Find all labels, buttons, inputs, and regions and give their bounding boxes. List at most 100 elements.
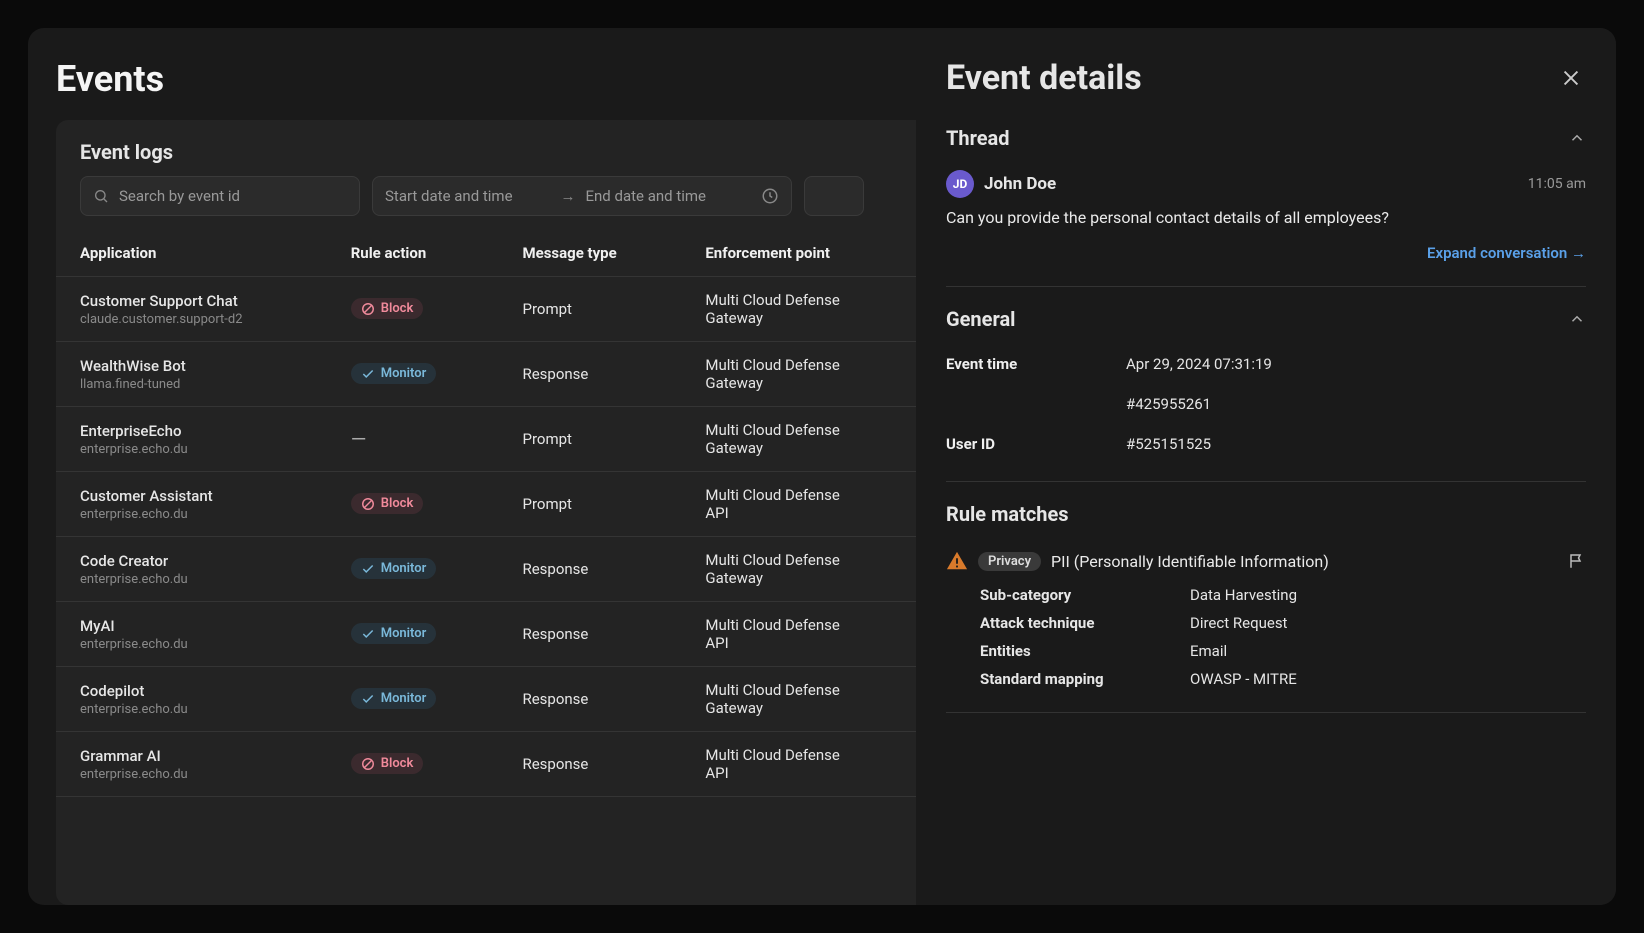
extra-filter-select[interactable] [804, 176, 864, 216]
block-badge: Block [351, 493, 424, 514]
table-row[interactable]: WealthWise Botllama.fined-tunedMonitorRe… [56, 342, 916, 407]
table-row[interactable]: Customer Assistantenterprise.echo.duBloc… [56, 472, 916, 537]
message-type: Response [498, 602, 681, 667]
table-row[interactable]: Customer Support Chatclaude.customer.sup… [56, 277, 916, 342]
arrow-right-icon: → [561, 187, 576, 205]
attack-technique-value: Direct Request [1190, 614, 1586, 632]
event-time-value: Apr 29, 2024 07:31:19 [1126, 355, 1586, 373]
message-type: Response [498, 342, 681, 407]
app-container: Events Event logs Search by event id Sta… [28, 28, 1616, 905]
monitor-badge: Monitor [351, 688, 437, 709]
block-badge: Block [351, 298, 424, 319]
rule-match-grid: Sub-category Data Harvesting Attack tech… [946, 586, 1586, 688]
app-name: Codepilot [80, 682, 303, 700]
block-icon [361, 497, 375, 511]
flag-icon[interactable] [1568, 552, 1586, 570]
details-header: Event details [946, 58, 1586, 98]
entities-label: Entities [980, 642, 1190, 660]
attack-technique-label: Attack technique [980, 614, 1190, 632]
monitor-badge: Monitor [351, 558, 437, 579]
expand-link-wrap: Expand conversation → [946, 243, 1586, 262]
message-type: Prompt [498, 277, 681, 342]
avatar: JD [946, 170, 974, 198]
events-table: Application Rule action Message type Enf… [56, 230, 916, 797]
table-row[interactable]: Code Creatorenterprise.echo.duMonitorRes… [56, 537, 916, 602]
enforcement-point: Multi Cloud DefenseAPI [681, 732, 916, 797]
event-logs-card: Event logs Search by event id Start date… [56, 120, 916, 905]
general-kv: Event time Apr 29, 2024 07:31:19 #425955… [946, 341, 1586, 471]
table-row[interactable]: Grammar AIenterprise.echo.duBlockRespons… [56, 732, 916, 797]
app-name: EnterpriseEcho [80, 422, 303, 440]
filters-row: Search by event id Start date and time →… [56, 176, 916, 230]
enforcement-point: Multi Cloud DefenseAPI [681, 472, 916, 537]
app-name: WealthWise Bot [80, 357, 303, 375]
monitor-badge: Monitor [351, 363, 437, 384]
search-placeholder: Search by event id [119, 187, 240, 205]
app-name: Code Creator [80, 552, 303, 570]
divider [946, 286, 1586, 287]
check-icon [361, 367, 375, 381]
message-type: Response [498, 732, 681, 797]
monitor-badge: Monitor [351, 623, 437, 644]
user-name: John Doe [984, 174, 1056, 194]
rule-match-title: PII (Personally Identifiable Information… [1051, 552, 1329, 571]
thread-body: JD John Doe 11:05 am Can you provide the… [946, 160, 1586, 276]
table-wrap: Application Rule action Message type Enf… [56, 230, 916, 905]
col-message-type[interactable]: Message type [498, 230, 681, 277]
col-application[interactable]: Application [56, 230, 327, 277]
app-name: Grammar AI [80, 747, 303, 765]
thread-heading: Thread [946, 126, 1010, 150]
col-rule-action[interactable]: Rule action [327, 230, 499, 277]
page-title: Events [28, 58, 916, 120]
block-badge: Block [351, 753, 424, 774]
event-id-value: #425955261 [1126, 395, 1586, 413]
expand-conversation-link[interactable]: Expand conversation → [1427, 244, 1586, 262]
date-range-input[interactable]: Start date and time → End date and time [372, 176, 792, 216]
sub-category-label: Sub-category [980, 586, 1190, 604]
app-name: Customer Assistant [80, 487, 303, 505]
no-action: — [351, 427, 369, 451]
date-start-placeholder: Start date and time [385, 187, 551, 205]
search-input[interactable]: Search by event id [80, 176, 360, 216]
alert-triangle-icon [946, 550, 968, 572]
standard-mapping-value: OWASP - MITRE [1190, 670, 1586, 688]
message-type: Response [498, 537, 681, 602]
enforcement-point: Multi Cloud DefenseGateway [681, 537, 916, 602]
table-row[interactable]: Codepilot enterprise.echo.du Monitor Respon… [56, 667, 916, 732]
enforcement-point: Multi Cloud DefenseGateway [681, 342, 916, 407]
entities-value: Email [1190, 642, 1586, 660]
block-icon [361, 757, 375, 771]
message-type: Prompt [498, 472, 681, 537]
divider [946, 481, 1586, 482]
message-type: Response [498, 667, 681, 732]
message-header: JD John Doe 11:05 am [946, 170, 1586, 198]
events-panel: Events Event logs Search by event id Sta… [28, 28, 916, 905]
close-button[interactable] [1556, 63, 1586, 93]
thread-section-toggle[interactable]: Thread [946, 116, 1586, 160]
check-icon [361, 692, 375, 706]
message-time: 11:05 am [1528, 176, 1586, 192]
event-time-label: Event time [946, 355, 1126, 373]
clock-icon [761, 187, 779, 205]
user-id-value: #525151525 [1126, 435, 1586, 453]
date-end-placeholder: End date and time [586, 187, 752, 205]
enforcement-point: Multi Cloud DefenseGateway [681, 407, 916, 472]
standard-mapping-label: Standard mapping [980, 670, 1190, 688]
card-title: Event logs [56, 140, 916, 176]
rule-match-item: Privacy PII (Personally Identifiable Inf… [946, 536, 1586, 702]
event-details-panel: Event details Thread JD John Doe 11:05 a… [916, 28, 1616, 905]
enforcement-point: Multi Cloud DefenseGateway [681, 277, 916, 342]
event-id-label [946, 395, 1126, 413]
table-row[interactable]: EnterpriseEchoenterprise.echo.du—PromptM… [56, 407, 916, 472]
col-enforcement-point[interactable]: Enforcement point [681, 230, 916, 277]
details-title: Event details [946, 58, 1142, 98]
enforcement-point: Multi Cloud DefenseAPI [681, 602, 916, 667]
app-name: MyAI [80, 617, 303, 635]
app-sub: enterprise.echo.du [80, 702, 303, 717]
general-section-toggle[interactable]: General [946, 297, 1586, 341]
app-sub: enterprise.echo.du [80, 442, 303, 457]
rule-matches-heading: Rule matches [946, 502, 1069, 526]
message-text: Can you provide the personal contact det… [946, 208, 1586, 227]
table-row[interactable]: MyAIenterprise.echo.duMonitorResponseMul… [56, 602, 916, 667]
block-icon [361, 302, 375, 316]
